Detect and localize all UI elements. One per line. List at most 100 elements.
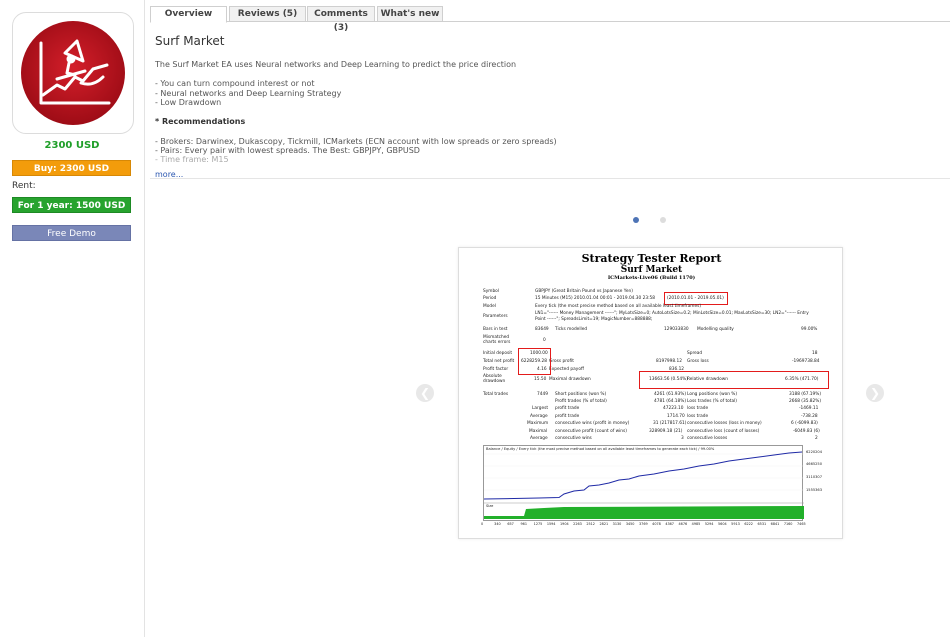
product-intro: The Surf Market EA uses Neural networks … — [155, 60, 517, 69]
content-divider — [150, 178, 950, 179]
highlight-box — [639, 371, 829, 389]
y-tick: 6220204 — [806, 450, 823, 454]
report-label: Long positions (won %) — [687, 392, 738, 397]
product-logo — [12, 12, 134, 134]
price-label: 2300 USD — [44, 140, 100, 151]
x-tick: 7160 — [783, 522, 793, 526]
report-value: 83649 — [535, 327, 549, 332]
size-label: Size — [486, 504, 494, 508]
x-tick: 7465 — [797, 522, 806, 526]
product-sidebar: 2300 USD Buy: 2300 USD Rent: For 1 year:… — [0, 0, 145, 637]
report-value: 31 (217817.61) — [653, 421, 687, 426]
report-label: consecutive losses (loss in money) — [687, 421, 762, 426]
rent-label: Rent: — [12, 181, 36, 191]
x-tick: 2512 — [586, 522, 595, 526]
report-value: 2 — [815, 436, 818, 441]
x-tick: 6841 — [770, 522, 780, 526]
report-title: Strategy Tester Report — [581, 252, 722, 265]
report-label: profit trade — [555, 406, 580, 411]
report-label: Ticks modelled — [555, 327, 588, 332]
recommendations-heading: * Recommendations — [155, 117, 246, 126]
report-value: 1714.70 — [667, 414, 685, 419]
report-value: 3188 (67.19%) — [789, 392, 822, 397]
report-label: Bars in test — [483, 327, 508, 332]
x-tick: 4078 — [652, 522, 661, 526]
x-tick: 4676 — [678, 522, 688, 526]
report-label: Period — [483, 296, 497, 301]
report-label: Symbol — [483, 289, 500, 294]
chevron-right-icon[interactable]: ❯ — [866, 384, 884, 402]
rent-1-year-button[interactable]: For 1 year: 1500 USD — [12, 197, 131, 213]
report-value: Every tick (the most precise method base… — [535, 304, 702, 309]
report-label: Total trades — [483, 392, 509, 397]
report-label: Parameters — [483, 314, 508, 319]
report-subtitle: Surf Market — [620, 265, 683, 275]
x-tick: 340 — [494, 522, 501, 526]
report-value: GBPJPY (Great Britain Pound vs Japanese … — [535, 289, 633, 294]
carousel-dot-2[interactable] — [660, 217, 666, 223]
balance-chart-svg — [484, 451, 804, 519]
x-tick: 5604 — [718, 522, 727, 526]
report-value: -1469.11 — [799, 406, 819, 411]
report-value: 2668 (35.82%) — [789, 399, 822, 404]
report-value: 15 Minutes (M15) 2010.01.04 00:01 - 2019… — [535, 296, 655, 301]
report-label: Gross profit — [549, 359, 574, 364]
x-tick: 3130 — [612, 522, 622, 526]
report-label: Maximal drawdown — [549, 377, 591, 382]
x-tick: 0 — [481, 522, 484, 526]
y-tick: 3110307 — [806, 475, 823, 479]
x-tick: 3769 — [639, 522, 648, 526]
strategy-tester-report: Strategy Tester Report Surf Market ICMar… — [458, 247, 843, 539]
report-value: 7449 — [537, 392, 548, 397]
report-value: 18 — [812, 351, 818, 356]
report-value: 3 — [681, 436, 684, 441]
report-value: -1969738.84 — [792, 359, 820, 364]
tab-reviews[interactable]: Reviews (5) — [229, 6, 306, 22]
x-tick: 4985 — [691, 522, 701, 526]
carousel-dot-1[interactable] — [633, 217, 639, 223]
y-tick: 1555363 — [806, 488, 823, 492]
report-label: drawdown — [483, 379, 506, 384]
report-label: Initial deposit — [483, 351, 513, 356]
report-label: Loss trades (% of total) — [687, 399, 737, 404]
report-label: loss trade — [687, 414, 709, 419]
recommendation-item: - Time frame: M15 — [155, 155, 229, 164]
product-title: Surf Market — [155, 34, 225, 48]
tab-overview[interactable]: Overview — [150, 6, 227, 23]
x-tick: 1594 — [546, 522, 556, 526]
report-label: loss trade — [687, 406, 709, 411]
chevron-left-icon[interactable]: ❮ — [416, 384, 434, 402]
balance-chart: Balance / Equity / Every tick (the most … — [483, 445, 804, 521]
report-value: 328909.18 (21) — [649, 429, 683, 434]
report-value: Point ------"; SpreadsLimit=19; MagicNum… — [535, 317, 653, 322]
x-tick: 657 — [507, 522, 514, 526]
report-label: Expected payoff — [549, 367, 584, 372]
report-value: 47223.10 — [663, 406, 684, 411]
x-tick: 6222 — [744, 522, 753, 526]
report-value: 8197998.12 — [656, 359, 682, 364]
report-value: 4781 (64.18%) — [654, 399, 687, 404]
report-value: -6049.83 (6) — [793, 429, 820, 434]
report-label: Profit trades (% of total) — [555, 399, 607, 404]
report-label: Average — [530, 414, 548, 419]
tab-comments[interactable]: Comments (3) — [307, 6, 375, 33]
report-value: 4261 (61.93%) — [654, 392, 687, 397]
buy-button[interactable]: Buy: 2300 USD — [12, 160, 131, 176]
report-value: 0 — [543, 338, 546, 343]
highlight-box — [518, 348, 551, 375]
report-value: -738.28 — [801, 414, 818, 419]
report-label: Spread — [687, 351, 703, 356]
report-label: Largest — [532, 406, 549, 411]
tab-whats-new[interactable]: What's new — [377, 6, 443, 22]
report-label: Modelling quality — [697, 327, 734, 332]
report-label: Maximal — [529, 429, 548, 434]
recommendation-item: - Pairs: Every pair with lowest spreads.… — [155, 146, 420, 155]
report-label: consecutive wins (profit in money) — [555, 421, 630, 426]
x-tick: 2263 — [573, 522, 582, 526]
report-label: consecutive wins — [555, 436, 592, 441]
free-demo-button[interactable]: Free Demo — [12, 225, 131, 241]
report-label: Model — [483, 304, 496, 309]
report-label: consecutive profit (count of wins) — [555, 429, 627, 434]
report-label: profit trade — [555, 414, 580, 419]
report-label: Gross loss — [687, 359, 709, 364]
